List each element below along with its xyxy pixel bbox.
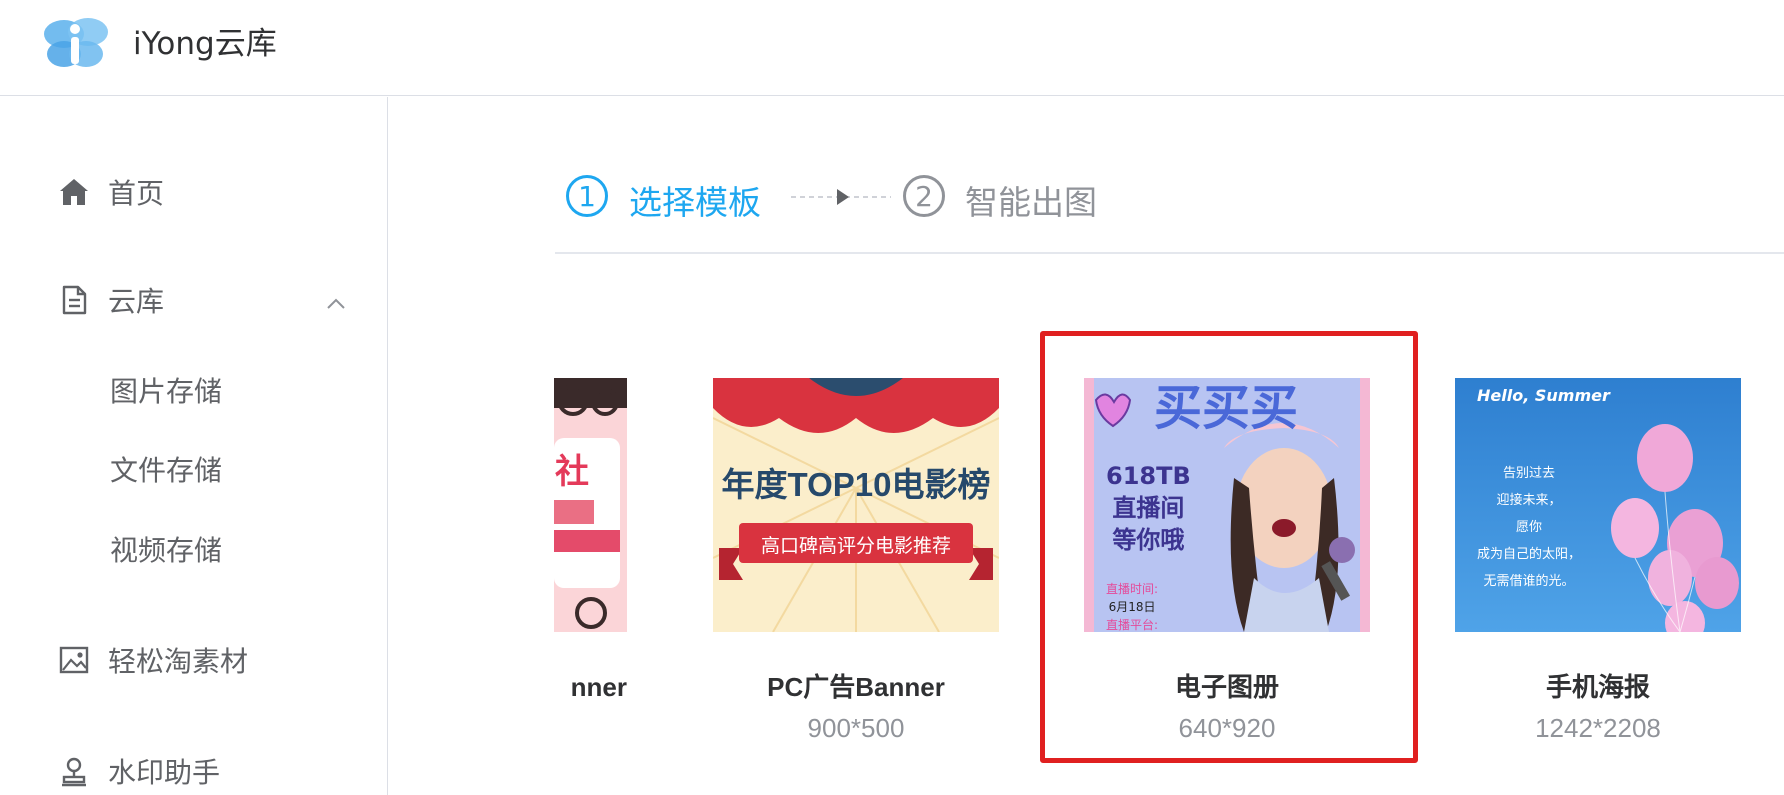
sidebar-item-materials[interactable]: 轻松淘素材 [58, 636, 248, 684]
thumb-text: 618TB 直播间 等你哦 [1106, 460, 1191, 556]
template-thumbnail: 买买买 618TB 直播间 等你哦 直播时间: 6月18日 直播平台: [1084, 378, 1370, 632]
sidebar-item-label: 首页 [108, 177, 165, 210]
app-title: iYong云库 [133, 26, 277, 62]
chevron-up-icon[interactable] [324, 292, 348, 316]
thumb-line: 直播时间: [1106, 582, 1159, 596]
step-arrow-icon [791, 189, 891, 205]
thumb-line: 告别过去 [1503, 466, 1556, 481]
template-size: 640*920 [1178, 713, 1276, 743]
sidebar-item-label: 轻松淘素材 [108, 645, 249, 678]
template-card-selected[interactable]: 买买买 618TB 直播间 等你哦 直播时间: 6月18日 直播平台: 电子图册… [1084, 378, 1370, 744]
thumb-small-text: 直播时间: 6月18日 直播平台: [1106, 580, 1158, 632]
step-2-label[interactable]: 智能出图 [965, 176, 1097, 224]
template-size: 900*500 [807, 713, 905, 743]
thumb-title: 年度TOP10电影榜 [721, 466, 991, 503]
sidebar-subitem-file-storage[interactable]: 文件存储 [110, 449, 222, 493]
thumb-subtitle: 高口碑高评分电影推荐 [760, 535, 951, 557]
iyong-logo-icon[interactable] [42, 14, 108, 72]
home-icon [58, 176, 90, 208]
template-card[interactable]: 年度TOP10电影榜 高口碑高评分电影推荐 PC广告Banner 900*500 [713, 378, 999, 744]
thumb-line: 无需借谁的光。 [1483, 574, 1575, 589]
thumb-line: 迎接未来， [1496, 493, 1562, 508]
thumb-text: 告别过去 迎接未来， 愿你 成为自己的太阳， 无需借谁的光。 [1477, 460, 1581, 595]
thumb-title: Hello, Summer [1477, 386, 1610, 405]
template-carousel: 社 nner 年度TOP10电影榜 高口碑高评分电影推荐 PC广告Banner … [554, 330, 1784, 795]
thumb-title: 买买买 [1154, 380, 1299, 436]
thumb-line: 直播平台: [1106, 618, 1159, 632]
steps-divider [555, 252, 1784, 254]
template-size: 1242*2208 [1535, 713, 1661, 743]
image-icon [58, 644, 90, 676]
top-header: iYong云库 [0, 0, 1784, 96]
thumb-line: 6月18日 [1108, 600, 1156, 614]
template-thumbnail: 社 [554, 378, 627, 632]
template-card[interactable]: 社 nner [554, 378, 627, 704]
sidebar-item-watermark[interactable]: 水印助手 [58, 747, 220, 795]
thumb-line: 愿你 [1516, 520, 1543, 535]
template-name: 手机海报 [1545, 672, 1650, 702]
sidebar-subitem-video-storage[interactable]: 视频存储 [110, 529, 222, 573]
step-1-label[interactable]: 选择模板 [629, 176, 761, 224]
template-thumbnail: Hello, Summer 告别过去 迎接未来， 愿你 成为自己的太阳， 无需借… [1455, 378, 1741, 632]
template-card[interactable]: Hello, Summer 告别过去 迎接未来， 愿你 成为自己的太阳， 无需借… [1455, 378, 1741, 744]
template-name: nner [570, 672, 627, 702]
sidebar-item-label: 水印助手 [108, 756, 221, 789]
template-thumbnail: 年度TOP10电影榜 高口碑高评分电影推荐 [713, 378, 999, 632]
template-name: 电子图册 [1174, 672, 1279, 702]
steps-bar: 1 选择模板 2 智能出图 [555, 170, 1115, 232]
thumb-line: 直播间 [1112, 494, 1185, 522]
sidebar-subitem-image-storage[interactable]: 图片存储 [110, 370, 222, 414]
thumb-line: 618TB [1106, 462, 1191, 490]
sidebar-item-label: 云库 [108, 285, 165, 318]
step-1-number: 1 [566, 175, 608, 217]
thumb-line: 成为自己的太阳， [1477, 547, 1582, 562]
sidebar-item-cloud[interactable]: 云库 [58, 276, 164, 324]
stamp-icon [58, 755, 90, 787]
sidebar-item-home[interactable]: 首页 [58, 168, 164, 216]
document-icon [58, 284, 90, 316]
thumb-text: 社 [555, 452, 589, 492]
template-name: PC广告Banner [767, 672, 945, 702]
step-2-number: 2 [903, 175, 945, 217]
thumb-line: 等你哦 [1112, 526, 1185, 554]
